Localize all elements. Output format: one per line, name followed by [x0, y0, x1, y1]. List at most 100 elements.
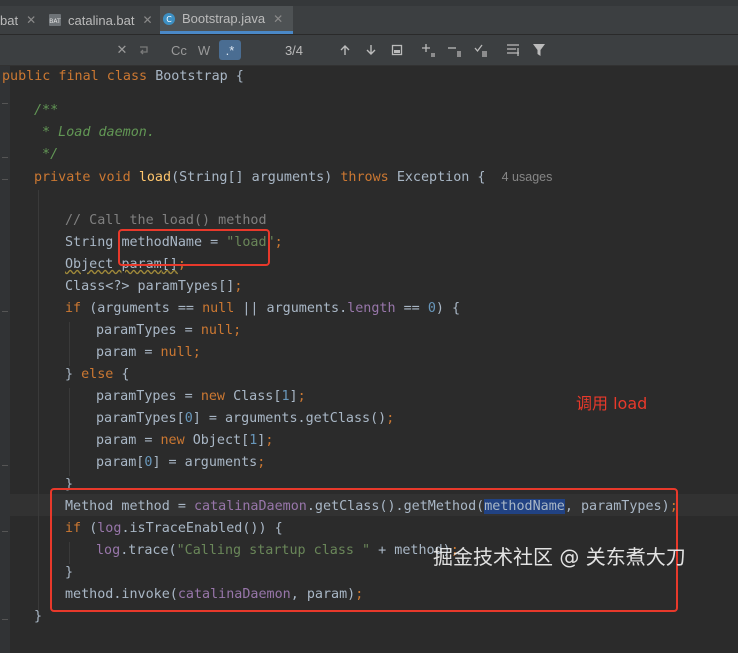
arrow-up-icon[interactable] [336, 40, 354, 60]
code-line: param[0] = arguments; [96, 452, 265, 474]
code-token: else [81, 367, 114, 382]
fold-marker [2, 179, 8, 180]
code-token: * Load daemon. [34, 125, 155, 140]
code-token: == [395, 301, 428, 316]
close-icon[interactable]: ✕ [26, 13, 36, 27]
code-token: { [113, 367, 130, 382]
select-all-occurrences-icon[interactable] [472, 40, 490, 60]
fold-marker [2, 103, 8, 104]
arrow-down-icon[interactable] [362, 40, 380, 60]
code-token: Class[ [233, 389, 282, 404]
code-token: 0 [184, 411, 193, 426]
code-token: param = [96, 433, 161, 448]
code-token: } [34, 609, 43, 624]
code-token: 0 [427, 301, 436, 316]
fold-marker [2, 531, 8, 532]
code-line: */ [34, 144, 58, 166]
code-token: [] [218, 279, 235, 294]
code-token: private void [34, 170, 139, 185]
code-line: public final class Bootstrap { [2, 66, 244, 88]
code-token: Object[ [192, 433, 250, 448]
tab-label: Bootstrap.java [182, 11, 266, 26]
bat-file-icon: BAT [48, 13, 62, 27]
code-token: */ [34, 147, 59, 162]
code-line: if (arguments == null || arguments.lengt… [65, 298, 460, 320]
code-token: ] = arguments [152, 455, 258, 470]
code-token: Exception { [396, 170, 486, 185]
code-token: paramTypes[ [96, 411, 185, 426]
tab-bootstrap-java[interactable]: C Bootstrap.java ✕ [160, 6, 294, 34]
indent-guide [38, 190, 39, 610]
fold-marker [2, 157, 8, 158]
code-token: ; [234, 279, 243, 294]
whole-words-toggle[interactable]: W [194, 40, 214, 60]
close-icon[interactable]: ✕ [143, 13, 153, 27]
code-line: /** [34, 100, 58, 122]
code-token: null [200, 323, 234, 338]
code-token: // Call the load() method [65, 213, 267, 228]
code-token: load [138, 170, 172, 185]
annotation-label: 调用 load [576, 394, 648, 413]
code-token: String [65, 235, 122, 250]
code-line: } [34, 606, 42, 628]
find-toolbar: ✕ Cc W .* 3/4 [0, 35, 738, 66]
code-token: (String[] arguments) [171, 170, 341, 185]
code-token: length [347, 301, 396, 316]
java-class-icon: C [162, 12, 176, 26]
code-line: Class<?> paramTypes[]; [65, 276, 242, 298]
match-count: 3/4 [284, 42, 304, 58]
code-token: ] [289, 389, 298, 404]
indent-guide [69, 388, 70, 476]
code-token: ] = arguments.getClass() [192, 411, 387, 426]
close-icon[interactable]: ✕ [273, 12, 283, 26]
code-line: } else { [65, 364, 130, 386]
code-token: null [202, 301, 243, 316]
code-token: new [160, 433, 193, 448]
code-token: param[ [96, 455, 145, 470]
filter-settings-icon[interactable] [504, 40, 522, 60]
code-token: /** [34, 103, 59, 118]
code-line: paramTypes = null; [96, 320, 241, 342]
regex-toggle[interactable]: .* [219, 40, 241, 60]
code-token: public final class [2, 69, 156, 84]
svg-text:BAT: BAT [49, 18, 61, 25]
code-token: } [65, 367, 82, 382]
tab-bat[interactable]: bat ✕ [0, 6, 36, 34]
code-token: paramTypes = [96, 323, 201, 338]
code-token: param = [96, 345, 161, 360]
code-token: if [65, 301, 90, 316]
svg-text:C: C [166, 15, 172, 24]
code-line: paramTypes[0] = arguments.getClass(); [96, 408, 394, 430]
code-token: Object [65, 257, 122, 272]
code-token: Bootstrap { [155, 69, 244, 84]
code-line: param = null; [96, 342, 201, 364]
watermark: 掘金技术社区 @ 关东煮大刀 [433, 545, 686, 569]
code-line: paramTypes = new Class[1]; [96, 386, 306, 408]
fold-marker [2, 619, 8, 620]
match-case-toggle[interactable]: Cc [168, 40, 190, 60]
tab-catalina-bat[interactable]: BAT catalina.bat ✕ [48, 6, 153, 34]
code-token: 1 [281, 389, 290, 404]
code-line: private void load(String[] arguments) th… [34, 166, 552, 188]
code-token: null [160, 345, 193, 360]
code-token: ; [257, 455, 266, 470]
new-line-icon[interactable] [136, 40, 152, 60]
code-token: ; [192, 345, 201, 360]
code-token: throws [340, 170, 397, 185]
usages-hint[interactable]: 4 usages [502, 170, 553, 184]
filter-icon[interactable] [530, 40, 548, 60]
add-occurrence-icon[interactable] [420, 40, 438, 60]
fold-marker [2, 465, 8, 466]
tab-label: bat [0, 12, 19, 28]
indent-guide [69, 322, 70, 366]
remove-occurrence-icon[interactable] [446, 40, 464, 60]
highlight-box-methodname [118, 229, 270, 266]
code-token: ; [386, 411, 395, 426]
clear-search-icon[interactable]: ✕ [114, 40, 130, 60]
code-token: new [200, 389, 234, 404]
code-token: ; [274, 235, 283, 250]
fold-marker [2, 311, 8, 312]
code-token: ; [265, 433, 274, 448]
select-occurrences-icon[interactable] [388, 40, 406, 60]
code-token: Class<?> paramTypes [65, 279, 219, 294]
